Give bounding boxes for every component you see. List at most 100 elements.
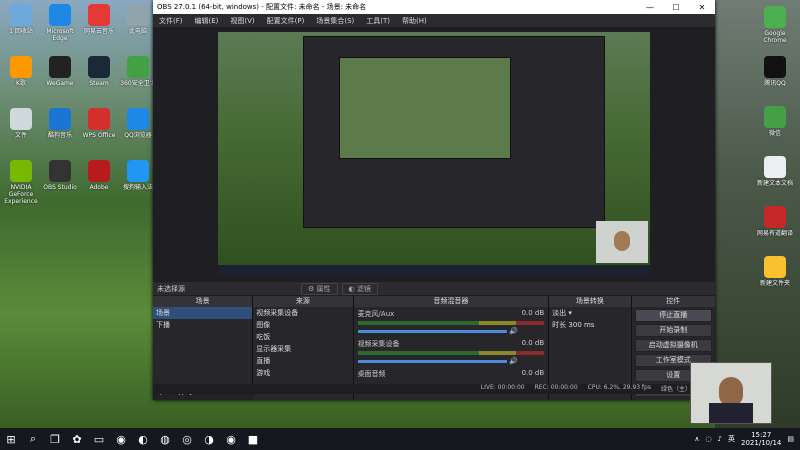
app-icon — [49, 56, 71, 78]
speaker-icon[interactable]: 🔊 — [509, 327, 518, 335]
windows-icon[interactable]: ⊞ — [0, 428, 22, 450]
desktop-icon[interactable]: WPS Office — [80, 106, 118, 146]
desktop-icon[interactable]: 新建文件夹 — [755, 254, 795, 287]
task-view-icon[interactable]: ❐ — [44, 428, 66, 450]
webcam-overlay — [690, 362, 772, 424]
edge-taskbar-icon[interactable]: ◑ — [198, 428, 220, 450]
filter-icon: ◐ — [348, 284, 357, 293]
menu-view[interactable]: 视图(V) — [224, 16, 260, 26]
preview-nested-capture — [339, 57, 511, 159]
close-icon[interactable]: ✕ — [689, 3, 715, 12]
ime-indicator[interactable]: 英 — [728, 434, 735, 444]
edge-icon[interactable]: ◐ — [132, 428, 154, 450]
start-recording-button[interactable]: 开始录制 — [634, 324, 712, 337]
preview-taskbar — [218, 265, 650, 275]
menu-edit[interactable]: 编辑(E) — [189, 16, 225, 26]
desktop-icon[interactable]: 腾讯QQ — [755, 54, 795, 87]
menu-scene-collection[interactable]: 场景集合(S) — [310, 16, 360, 26]
clock-time: 15:27 — [751, 431, 772, 439]
menu-profile[interactable]: 配置文件(P) — [261, 16, 311, 26]
clock[interactable]: 15:27 2021/10/14 — [741, 431, 781, 447]
obs-titlebar: OBS 27.0.1 (64-bit, windows) - 配置文件: 未命名… — [153, 0, 715, 14]
desktop-icon[interactable]: WeGame — [41, 54, 79, 94]
source-item[interactable]: 吃饭 — [253, 331, 352, 343]
channel-name: 麦克风/Aux — [357, 310, 395, 318]
app-icon — [49, 108, 71, 130]
source-item[interactable]: 显示器采集 — [253, 343, 352, 355]
menu-file[interactable]: 文件(F) — [153, 16, 189, 26]
search-icon[interactable]: ⌕ — [22, 428, 44, 450]
properties-label: 属性 — [316, 284, 331, 293]
source-item[interactable]: 游戏 — [253, 367, 352, 379]
desktop-icon[interactable]: 1 回收站 — [2, 2, 40, 42]
app-icon — [88, 108, 110, 130]
app-icon — [10, 4, 32, 26]
transition-select[interactable]: 淡出 ▾ — [549, 307, 630, 319]
source-item[interactable]: 图像 — [253, 319, 352, 331]
app-icon — [764, 56, 786, 78]
app-taskbar-icon[interactable]: ■ — [242, 428, 264, 450]
volume-slider[interactable] — [357, 360, 507, 363]
desktop-icon[interactable]: 新建文本文档 — [755, 154, 795, 187]
obs-menubar: 文件(F) 编辑(E) 视图(V) 配置文件(P) 场景集合(S) 工具(T) … — [153, 14, 715, 27]
obs-taskbar-icon[interactable]: ◉ — [220, 428, 242, 450]
desktop-icon[interactable]: K歌 — [2, 54, 40, 94]
maximize-icon[interactable]: ☐ — [663, 3, 689, 12]
widget-icon[interactable]: ✿ — [66, 428, 88, 450]
desktop-icon[interactable]: Google Chrome — [755, 4, 795, 44]
obs-preview[interactable] — [218, 32, 650, 275]
desktop-icon-label: OBS Studio — [43, 184, 77, 191]
desktop-icon[interactable]: 文件 — [2, 106, 40, 146]
desktop-icon[interactable]: 360安全卫士 — [119, 54, 157, 94]
desktop-icon-label: NVIDIA GeForce Experience — [4, 184, 38, 205]
desktop-icon[interactable]: 酷狗音乐 — [41, 106, 79, 146]
desktop-icon[interactable]: 搜狗输入法 — [119, 158, 157, 198]
tray-arrow-icon[interactable]: ∧ — [694, 435, 699, 443]
obs-window: OBS 27.0.1 (64-bit, windows) - 配置文件: 未命名… — [153, 0, 721, 400]
network-icon[interactable]: ◌ — [705, 435, 711, 443]
volume-meter — [357, 351, 545, 355]
desktop-icon[interactable]: 网易有道翻译 — [755, 204, 795, 237]
desktop-icon-label: QQ浏览器 — [124, 132, 152, 139]
scene-item[interactable]: 场景 — [153, 307, 253, 319]
system-tray: ∧ ◌ ♪ 英 15:27 2021/10/14 ▤ — [694, 431, 800, 447]
stop-streaming-button[interactable]: 停止直播 — [634, 309, 712, 322]
source-item[interactable]: 直播 — [253, 355, 352, 367]
browser-icon[interactable]: ◎ — [176, 428, 198, 450]
netease-music-icon[interactable]: ◍ — [154, 428, 176, 450]
source-item[interactable]: 视频采集设备 — [253, 307, 352, 319]
scene-item[interactable]: 下播 — [153, 319, 252, 331]
obs-title: OBS 27.0.1 (64-bit, windows) - 配置文件: 未命名… — [157, 3, 367, 11]
folder-icon[interactable]: ▭ — [88, 428, 110, 450]
desktop-icon[interactable]: Adobe — [80, 158, 118, 198]
transitions-header: 场景转换 — [549, 296, 631, 307]
volume-icon[interactable]: ♪ — [718, 435, 722, 443]
app-icon — [127, 56, 149, 78]
desktop-icon[interactable]: OBS Studio — [41, 158, 79, 198]
desktop-icon[interactable]: QQ浏览器 — [119, 106, 157, 146]
duration-input[interactable]: 300 ms — [568, 321, 594, 329]
desktop-icon[interactable]: NVIDIA GeForce Experience — [2, 158, 40, 205]
volume-slider[interactable] — [357, 330, 507, 333]
minimize-icon[interactable]: — — [637, 3, 663, 12]
volume-meter — [357, 321, 545, 325]
taskbar: ⊞ ⌕ ❐ ✿ ▭ ◉ ◐ ◍ ◎ ◑ ◉ ■ ∧ ◌ ♪ 英 15:27 20… — [0, 428, 800, 450]
speaker-icon[interactable]: 🔊 — [509, 357, 518, 365]
desktop-icon[interactable]: 微信 — [755, 104, 795, 137]
desktop-icon[interactable]: 网易云音乐 — [80, 2, 118, 42]
desktop-icon[interactable]: Microsoft Edge — [41, 2, 79, 42]
desktop-icon[interactable]: 此电脑 — [119, 2, 157, 42]
mixer-channel: 桌面音频 0.0 dB — [354, 367, 549, 381]
clock-date: 2021/10/14 — [741, 439, 782, 447]
virtual-camera-button[interactable]: 启动虚拟摄像机 — [634, 339, 712, 352]
duration-label: 时长 — [552, 321, 567, 329]
filters-label: 滤镜 — [356, 284, 371, 293]
notification-icon[interactable]: ▤ — [787, 435, 794, 443]
menu-tools[interactable]: 工具(T) — [360, 16, 396, 26]
chrome-icon[interactable]: ◉ — [110, 428, 132, 450]
filters-button[interactable]: ◐ 滤镜 — [341, 282, 378, 295]
desktop-icon[interactable]: Steam — [80, 54, 118, 94]
menu-help[interactable]: 帮助(H) — [396, 16, 433, 26]
properties-button[interactable]: ⚙ 属性 — [301, 282, 338, 295]
app-icon — [88, 56, 110, 78]
